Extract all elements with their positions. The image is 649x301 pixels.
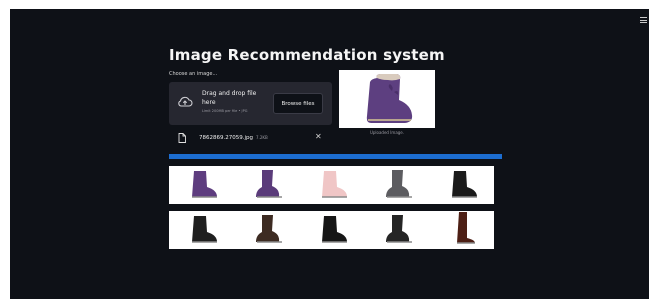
recommendation-item: [242, 210, 292, 250]
black-bow-boot-image: [321, 216, 347, 243]
dropzone-instructions: Drag and drop file here: [202, 90, 257, 106]
recommendation-row-2: [169, 211, 494, 249]
recommendation-item: [177, 210, 227, 250]
recommendation-item: [177, 165, 227, 205]
recommendation-item: [307, 210, 357, 250]
hamburger-menu-icon[interactable]: [640, 17, 647, 23]
grey-boot-image: [385, 170, 412, 198]
black-boot-image: [451, 171, 477, 198]
recommendation-item: [437, 165, 487, 205]
file-size: 7.2KB: [256, 135, 268, 140]
black-buckle-boot-image: [191, 216, 217, 243]
file-name-text: 7862869.27059.jpg: [199, 135, 253, 141]
uploaded-file-row: 7862869.27059.jpg 7.2KB ✕: [169, 131, 332, 145]
recommendation-row-1: [169, 166, 494, 204]
recommendation-item: [437, 210, 487, 250]
purple-bow-boot-image: [255, 170, 282, 198]
dropzone-limit: Limit 200MB per file • JPG: [202, 109, 248, 113]
pink-boot-image: [321, 171, 347, 198]
progress-fill: [169, 154, 502, 159]
uploader-label: Choose an image...: [169, 71, 218, 77]
brown-tall-boot-image: [456, 212, 475, 244]
browse-files-button[interactable]: Browse files: [273, 93, 323, 114]
page-title: Image Recommendation system: [169, 46, 445, 64]
recommendation-item: [372, 210, 422, 250]
uploaded-boot-image: [366, 74, 413, 123]
uploaded-image-caption: Uploaded Image.: [369, 130, 405, 135]
uploaded-image: [339, 70, 435, 128]
black-strap-boot-image: [385, 215, 412, 243]
recommendation-item: [372, 165, 422, 205]
recommendation-item: [242, 165, 292, 205]
app-window: Image Recommendation system Choose an im…: [10, 9, 649, 299]
progress-bar: [169, 154, 502, 159]
recommendation-item: [307, 165, 357, 205]
file-dropzone[interactable]: Drag and drop file here Limit 200MB per …: [169, 82, 332, 125]
close-icon[interactable]: ✕: [315, 132, 322, 141]
file-name: 7862869.27059.jpg 7.2KB: [199, 135, 268, 141]
cloud-upload-icon: [178, 96, 193, 107]
purple-boot-image: [191, 171, 217, 198]
dark-brown-boot-image: [255, 215, 282, 243]
file-icon: [178, 133, 186, 143]
